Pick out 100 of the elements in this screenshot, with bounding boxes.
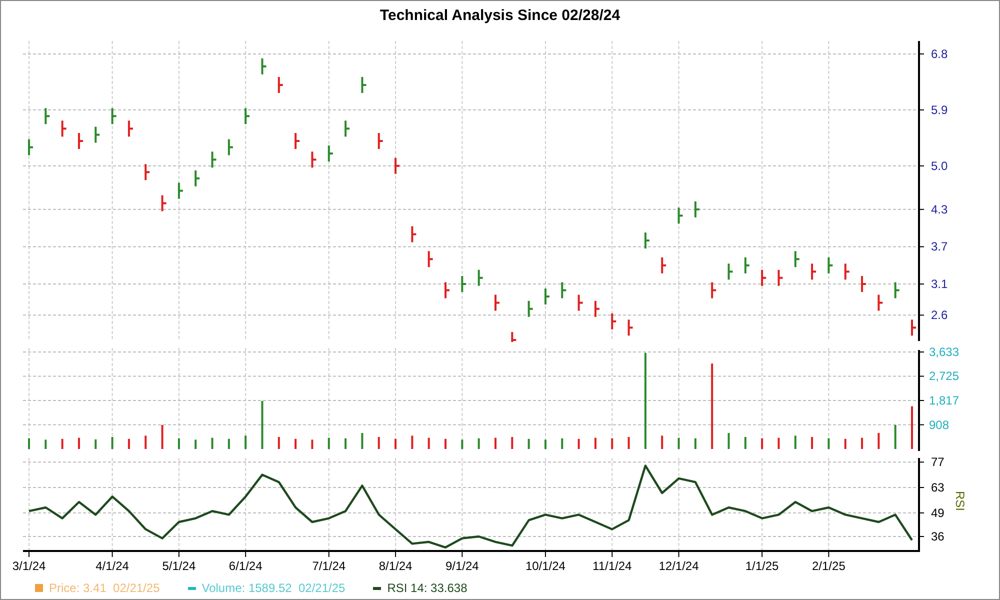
price-marker	[394, 158, 400, 174]
volume-bar	[844, 438, 846, 449]
price-marker	[411, 226, 416, 242]
axis-label: 77	[931, 456, 944, 470]
price-marker	[44, 108, 50, 124]
volume-bar	[311, 440, 314, 449]
volume-bar	[378, 436, 380, 449]
volume-bar	[728, 432, 730, 449]
price-marker	[561, 282, 566, 298]
price-marker	[328, 145, 333, 162]
price-marker	[261, 58, 266, 74]
price-marker	[878, 294, 883, 311]
axis-label: 5.0	[931, 158, 948, 173]
volume-bar	[694, 438, 696, 449]
volume-bar	[144, 436, 147, 449]
volume-bar	[594, 438, 596, 449]
axis-label: 11/1/24	[592, 559, 632, 574]
axis-label: 36	[931, 530, 944, 544]
price-marker	[794, 251, 800, 268]
price-marker	[894, 282, 900, 298]
axis-label: 2/1/25	[812, 559, 846, 574]
price-marker	[111, 108, 116, 124]
price-marker	[178, 182, 183, 199]
volume-bar	[44, 440, 47, 449]
price-marker	[294, 132, 300, 149]
price-marker	[144, 164, 150, 180]
price-marker	[644, 232, 650, 248]
volume-bar	[178, 438, 180, 449]
volume-bar	[361, 432, 364, 449]
volume-bar	[678, 438, 680, 449]
price-marker	[744, 257, 750, 274]
price-marker	[728, 264, 733, 280]
price-marker	[528, 300, 533, 317]
volume-bar	[478, 438, 480, 449]
volume-bar	[261, 400, 264, 449]
price-marker	[244, 108, 250, 124]
axis-label: 2,725	[929, 369, 960, 384]
price-marker	[461, 276, 466, 292]
volume-bar	[61, 438, 64, 449]
axis-label: 6.8	[931, 46, 948, 61]
axis-label: 49	[931, 506, 944, 520]
price-marker	[678, 208, 683, 224]
price-marker	[211, 152, 216, 168]
price-marker	[844, 264, 850, 280]
price-marker	[94, 126, 100, 143]
axis-label: 6/1/24	[228, 559, 262, 574]
price-marker	[711, 282, 716, 298]
axis-label: 63	[931, 481, 944, 495]
volume-bar	[761, 438, 764, 449]
axis-label: 7/1/24	[312, 559, 346, 574]
price-marker	[761, 270, 766, 286]
volume-bar	[828, 438, 830, 449]
price-marker	[861, 276, 866, 292]
axis-label: 4.3	[931, 202, 948, 216]
price-marker	[594, 300, 600, 317]
axis-title: RSI	[953, 491, 967, 512]
price-marker	[161, 195, 166, 212]
volume-bar	[811, 436, 814, 449]
volume-bar	[861, 438, 864, 449]
price-marker	[278, 76, 283, 93]
volume-bar	[528, 438, 530, 449]
price-marker	[611, 313, 616, 330]
volume-bar	[328, 438, 330, 449]
price-marker	[228, 139, 233, 156]
volume-bar	[511, 436, 514, 449]
axis-label: 3.1	[931, 276, 948, 291]
volume-bar	[778, 438, 780, 449]
axis-label: 3,633	[929, 344, 960, 359]
volume-bar	[461, 440, 464, 449]
axis-label: 8/1/24	[378, 559, 412, 574]
price-marker	[128, 120, 133, 136]
volume-bar	[344, 438, 347, 449]
axis-label: 1/1/25	[745, 559, 779, 574]
volume-bar	[161, 424, 164, 449]
axis-label: 3/1/24	[12, 559, 46, 574]
axis-label: 9/1/24	[445, 559, 479, 574]
volume-bar	[94, 439, 97, 449]
volume-bar	[228, 438, 230, 449]
axis-label: 3.7	[931, 240, 948, 254]
volume-bar	[561, 438, 564, 449]
axis-label: 5.9	[931, 102, 948, 117]
price-marker	[78, 132, 83, 149]
volume-bar	[111, 436, 114, 449]
price-marker	[361, 76, 366, 93]
volume-bar	[744, 436, 746, 449]
price-marker	[911, 319, 916, 336]
price-marker	[661, 257, 666, 274]
price-marker	[311, 152, 316, 168]
price-marker	[478, 270, 483, 286]
volume-bar	[394, 438, 397, 449]
volume-bar	[894, 424, 896, 449]
price-marker	[378, 132, 383, 149]
price-marker	[194, 170, 200, 186]
volume-bar	[878, 432, 880, 449]
axis-label: 10/1/24	[525, 559, 566, 574]
volume-bar	[661, 436, 664, 449]
price-marker	[628, 319, 633, 336]
axis-label: 12/1/24	[658, 559, 699, 574]
volume-bar	[428, 438, 430, 449]
price-marker	[811, 264, 816, 280]
